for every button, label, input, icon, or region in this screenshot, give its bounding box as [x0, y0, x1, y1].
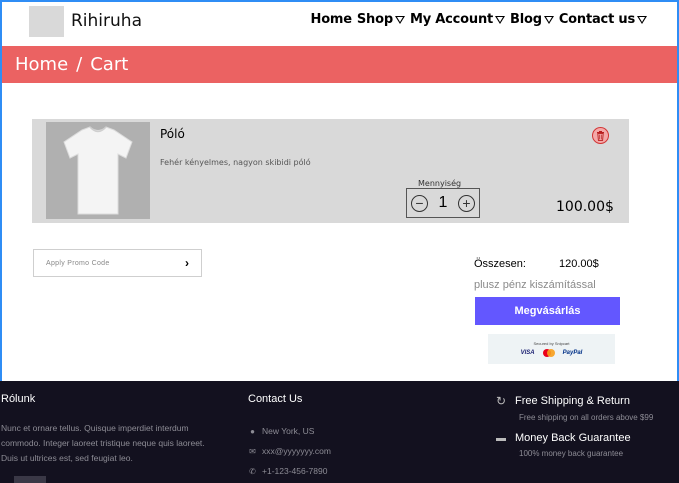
product-description: Fehér kényelmes, nagyon skibidi póló	[160, 158, 311, 167]
snipcart-badge: Secured by Snipcart VISA PayPal	[488, 334, 615, 364]
navbar: Rihiruha Home Shop My Account Blog Conta…	[2, 2, 677, 46]
map-pin-icon: ●	[250, 426, 255, 436]
trash-icon[interactable]	[592, 127, 609, 144]
item-price: 100.00$	[556, 199, 614, 215]
breadcrumb-separator: /	[76, 54, 83, 75]
phone-icon: ✆	[249, 466, 256, 476]
nav-blog[interactable]: Blog	[510, 12, 554, 27]
feature-money-back-subtitle: 100% money back guarantee	[519, 449, 624, 458]
chevron-right-icon[interactable]: ›	[185, 256, 189, 270]
footer-contact-title: Contact Us	[248, 393, 303, 405]
nav-shop-label: Shop	[356, 12, 393, 27]
logo-image[interactable]	[29, 6, 64, 37]
footer-email-text: xxx@yyyyyyy.com	[262, 446, 331, 456]
plus-icon[interactable]: +	[458, 194, 475, 212]
footer-contact: Contact Us ● New York, US ✉ xxx@yyyyyyy.…	[248, 393, 331, 481]
nav-my-account-label: My Account	[409, 12, 494, 27]
nav-contact[interactable]: Contact us	[559, 12, 647, 27]
footer-address: ● New York, US	[248, 421, 331, 441]
nav-shop[interactable]: Shop	[357, 12, 405, 27]
footer-email[interactable]: ✉ xxx@yyyyyyy.com	[248, 441, 331, 461]
promo-code-input[interactable]: Apply Promo Code ›	[33, 249, 202, 277]
total-label: Összesen:	[474, 258, 526, 270]
caret-down-icon	[495, 15, 506, 24]
footer-bottom-block	[14, 476, 46, 483]
footer-phone[interactable]: ✆ +1-123-456-7890	[248, 461, 331, 481]
feature-free-shipping-title: Free Shipping & Return	[515, 395, 630, 407]
quantity-value: 1	[438, 194, 448, 211]
wallet-icon: ▬	[496, 432, 506, 444]
checkout-button[interactable]: Megvásárlás	[475, 297, 620, 325]
refresh-icon: ↻	[496, 394, 507, 408]
footer-about: Rólunk Nunc et ornare tellus. Quisque im…	[1, 393, 216, 466]
breadcrumb: Home / Cart	[2, 46, 677, 83]
caret-down-icon	[637, 15, 647, 24]
promo-code-placeholder: Apply Promo Code	[46, 259, 110, 267]
footer-about-text: Nunc et ornare tellus. Quisque imperdiet…	[1, 423, 205, 463]
feature-money-back-title: Money Back Guarantee	[515, 432, 631, 444]
nav-my-account[interactable]: My Account	[409, 12, 506, 27]
quantity-stepper: − 1 +	[406, 188, 480, 218]
footer-features: ↻ Free Shipping & Return Free shipping o…	[496, 394, 679, 468]
quantity-label: Mennyiség	[418, 179, 462, 188]
caret-down-icon	[394, 15, 405, 24]
feature-free-shipping-subtitle: Free shipping on all orders above $99	[519, 413, 654, 422]
nav-contact-label: Contact us	[558, 12, 635, 27]
product-name[interactable]: Póló	[160, 127, 185, 141]
breadcrumb-home[interactable]: Home	[15, 54, 68, 75]
footer-address-text: New York, US	[262, 426, 315, 436]
paypal-logo: PayPal	[562, 350, 583, 356]
payment-methods: VISA PayPal	[520, 349, 583, 357]
cart-item: Póló Fehér kényelmes, nagyon skibidi pól…	[32, 119, 629, 223]
page-frame: Rihiruha Home Shop My Account Blog Conta…	[0, 0, 679, 381]
feature-free-shipping: ↻ Free Shipping & Return Free shipping o…	[496, 394, 679, 422]
shipping-note: plusz pénz kiszámítással	[474, 279, 596, 291]
secured-by-snipcart: Secured by Snipcart	[533, 341, 570, 346]
envelope-icon: ✉	[249, 446, 256, 456]
nav-home-label: Home	[310, 12, 353, 27]
main-nav: Home Shop My Account Blog Contact us	[311, 12, 647, 27]
mastercard-icon	[542, 349, 555, 357]
minus-icon[interactable]: −	[411, 194, 428, 212]
footer: Rólunk Nunc et ornare tellus. Quisque im…	[0, 381, 679, 483]
nav-blog-label: Blog	[510, 12, 542, 27]
feature-money-back: ▬ Money Back Guarantee 100% money back g…	[496, 432, 679, 458]
footer-phone-text: +1-123-456-7890	[262, 466, 328, 476]
nav-home[interactable]: Home	[310, 12, 353, 27]
brand-name[interactable]: Rihiruha	[71, 11, 142, 31]
breadcrumb-current: Cart	[90, 54, 129, 75]
footer-about-title: Rólunk	[1, 393, 36, 405]
total-value: 120.00$	[559, 258, 599, 270]
product-image-tshirt[interactable]	[46, 122, 150, 219]
visa-logo: VISA	[520, 350, 535, 356]
caret-down-icon	[543, 15, 554, 24]
